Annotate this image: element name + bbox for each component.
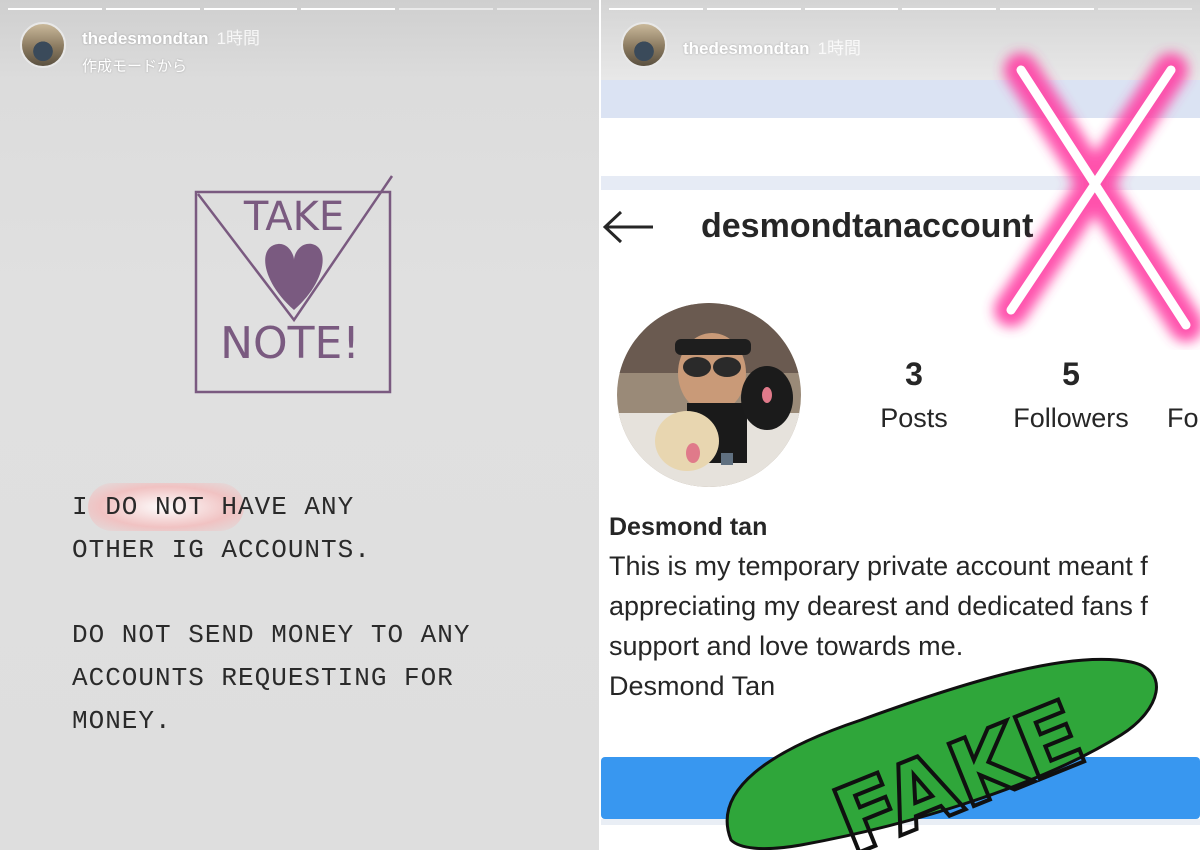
- heart-icon: [265, 243, 323, 310]
- take-note-sticker: TAKE NOTE!: [194, 175, 394, 394]
- progress-segment: [706, 8, 801, 10]
- progress-segment: [497, 8, 591, 10]
- followers-stat[interactable]: 5 Followers: [1001, 356, 1141, 434]
- progress-segment: [804, 8, 899, 10]
- progress-segment: [203, 8, 298, 10]
- posts-count: 3: [905, 356, 923, 392]
- story-header-text: thedesmondtan 1時間 作成モードから: [82, 24, 260, 76]
- story-header-text: thedesmondtan 1時間: [683, 34, 861, 59]
- posts-stat[interactable]: 3 Posts: [869, 356, 959, 434]
- avatar[interactable]: [20, 22, 66, 68]
- progress-segment: [1000, 8, 1095, 10]
- following-count-spacer: [1167, 356, 1200, 393]
- notice-line-5: MONEY.: [72, 706, 172, 736]
- profile-name: Desmond tan: [609, 513, 768, 541]
- story-header: thedesmondtan 1時間 作成モードから: [20, 22, 260, 76]
- avatar[interactable]: [621, 22, 667, 68]
- sticker-line-2: NOTE!: [220, 318, 360, 369]
- followers-label: Followers: [1013, 403, 1129, 433]
- posts-label: Posts: [880, 403, 948, 433]
- following-stat[interactable]: Fo: [1167, 356, 1200, 434]
- progress-segment: [399, 8, 494, 10]
- progress-segment: [902, 8, 997, 10]
- progress-segment: [8, 8, 102, 10]
- right-story-panel: thedesmondtan 1時間 desmondtanaccount 3 Pos…: [601, 0, 1200, 850]
- story-username[interactable]: thedesmondtan: [82, 29, 209, 48]
- progress-segment: [1098, 8, 1192, 10]
- notice-line-3: DO NOT SEND MONEY TO ANY: [72, 620, 471, 650]
- notice-line-1: I DO NOT HAVE ANY: [72, 492, 355, 522]
- story-progress-bar: [609, 8, 1192, 10]
- progress-segment: [301, 8, 396, 10]
- cross-mark-icon: [994, 53, 1200, 342]
- notice-line-4: ACCOUNTS REQUESTING FOR: [72, 663, 454, 693]
- story-time: 1時間: [817, 39, 862, 58]
- story-subtitle: 作成モードから: [82, 58, 188, 75]
- left-story-panel: thedesmondtan 1時間 作成モードから TAKE NOTE! I DO…: [0, 0, 599, 850]
- story-username[interactable]: thedesmondtan: [683, 39, 810, 58]
- profile-picture[interactable]: [617, 303, 801, 487]
- bio-line-1: This is my temporary private account mea…: [609, 551, 1148, 581]
- progress-segment: [609, 8, 703, 10]
- following-label: Fo: [1167, 403, 1199, 433]
- story-time: 1時間: [216, 29, 261, 48]
- sticker-line-1: TAKE: [243, 194, 344, 240]
- story-header: thedesmondtan 1時間: [621, 22, 861, 68]
- back-arrow-icon[interactable]: [603, 210, 655, 244]
- followers-count: 5: [1062, 356, 1080, 392]
- fake-stamp: FAKE: [725, 657, 1158, 850]
- progress-segment: [105, 8, 200, 10]
- notice-line-2: OTHER IG ACCOUNTS.: [72, 535, 371, 565]
- profile-photo-illustration: [617, 303, 801, 487]
- bio-line-2: appreciating my dearest and dedicated fa…: [609, 591, 1148, 621]
- story-progress-bar: [8, 8, 591, 10]
